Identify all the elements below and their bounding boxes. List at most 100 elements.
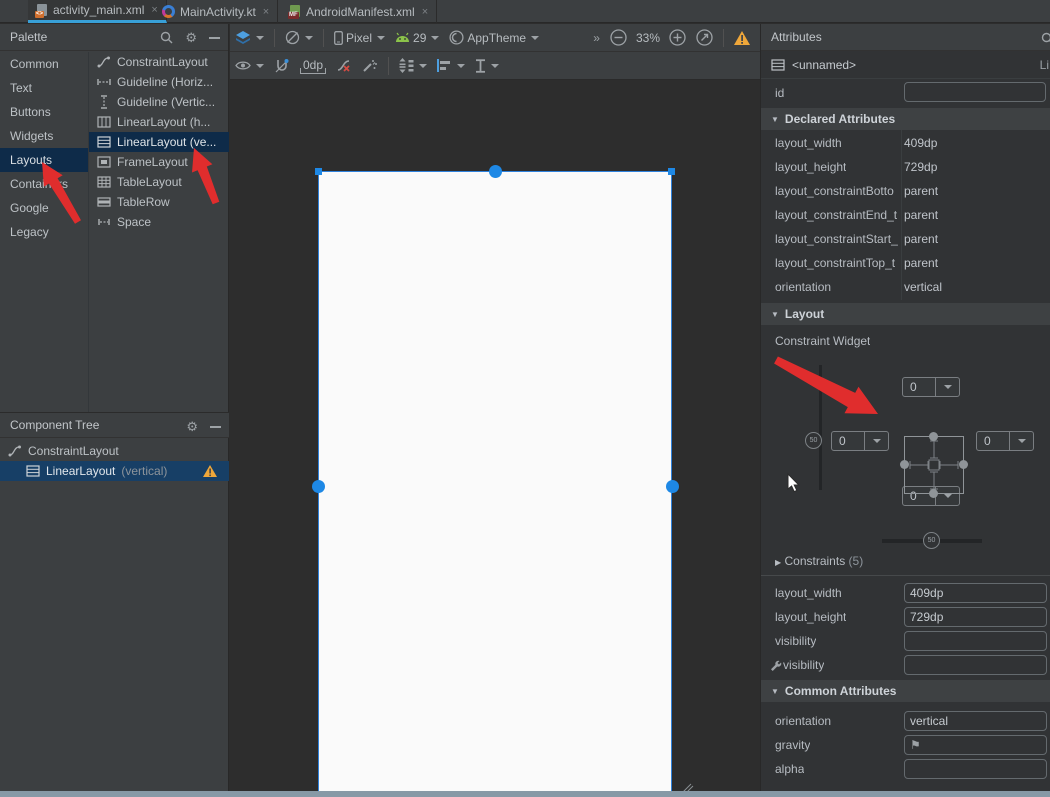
tab-label: activity_main.xml <box>53 3 144 17</box>
attr-row[interactable]: layout_constraintEnd_tparent <box>761 204 1050 228</box>
default-margin-selector[interactable]: 0dp <box>295 54 331 78</box>
attr-row[interactable]: layout_constraintTop_tparent <box>761 252 1050 276</box>
orientation-field[interactable]: vertical <box>904 711 1047 731</box>
hide-panel-icon[interactable] <box>209 37 220 39</box>
status-strip <box>0 791 1050 797</box>
tree-item-constraintlayout[interactable]: ConstraintLayout <box>0 441 229 461</box>
palette-item-label: TableRow <box>117 195 170 209</box>
palette-item-framelayout[interactable]: FrameLayout <box>89 152 229 172</box>
tools-visibility-field[interactable] <box>904 655 1047 675</box>
constraint-anchor-top[interactable] <box>489 165 502 178</box>
alpha-field[interactable] <box>904 759 1047 779</box>
zoom-in-button[interactable] <box>664 26 691 50</box>
palette-category-legacy[interactable]: Legacy <box>0 220 88 244</box>
chevron-down-icon <box>256 36 264 40</box>
device-screen[interactable] <box>318 171 672 797</box>
constraint-dot-top[interactable] <box>929 432 938 441</box>
attr-row[interactable]: layout_width409dp <box>761 132 1050 156</box>
palette-item-guideline-vertical[interactable]: Guideline (Vertic... <box>89 92 229 112</box>
flag-icon[interactable]: ⚑ <box>910 738 921 752</box>
section-layout[interactable]: ▼ Layout <box>761 303 1050 325</box>
tree-item-linearlayout-vertical[interactable]: LinearLayout(vertical) <box>0 461 229 481</box>
palette-category-layouts[interactable]: Layouts <box>0 148 88 172</box>
search-icon[interactable] <box>1041 32 1050 45</box>
margin-top-selector[interactable]: 0 <box>902 377 960 397</box>
view-mode-button[interactable] <box>230 26 269 50</box>
zoom-out-button[interactable] <box>605 26 632 50</box>
palette-item-linearlayout-vertical[interactable]: LinearLayout (ve... <box>89 132 229 152</box>
palette-item-label: Guideline (Horiz... <box>117 75 213 89</box>
close-tab-icon[interactable]: × <box>263 6 269 18</box>
palette-category-containers[interactable]: Containers <box>0 172 88 196</box>
section-constraints[interactable]: ▶ Constraints (5) <box>761 550 1050 574</box>
close-tab-icon[interactable]: × <box>422 6 428 18</box>
vertical-bias-value[interactable]: 50 <box>805 432 822 449</box>
gravity-field[interactable]: ⚑ <box>904 735 1047 755</box>
visibility-field[interactable] <box>904 631 1047 651</box>
palette-item-tablelayout[interactable]: TableLayout <box>89 172 229 192</box>
view-options-button[interactable] <box>230 54 269 78</box>
api-selector[interactable]: 29 <box>390 26 444 50</box>
tab-mainactivity-kt[interactable]: MainActivity.kt × <box>155 0 278 23</box>
palette-item-tablerow[interactable]: TableRow <box>89 192 229 212</box>
clear-constraints-icon <box>336 58 352 73</box>
constraint-anchor-left[interactable] <box>312 480 325 493</box>
palette-category-common[interactable]: Common <box>0 52 88 76</box>
theme-selector[interactable]: AppTheme <box>444 26 544 50</box>
constraint-widget: 50 0 0 0 0 <box>761 354 1050 579</box>
gear-icon[interactable]: ⚙ <box>185 31 197 44</box>
vertical-bias-slider[interactable] <box>819 365 822 490</box>
attr-row[interactable]: layout_height729dp <box>761 156 1050 180</box>
layout-height-field[interactable]: 729dp <box>904 607 1047 627</box>
search-icon[interactable] <box>160 31 173 44</box>
device-selector[interactable]: Pixel <box>329 26 390 50</box>
constraint-dot-bottom[interactable] <box>929 489 938 498</box>
margin-right-selector[interactable]: 0 <box>976 431 1034 451</box>
attr-row[interactable]: layout_constraintBottoparent <box>761 180 1050 204</box>
chevron-down-icon <box>419 64 427 68</box>
layout-warnings-button[interactable] <box>729 26 760 50</box>
palette-item-linearlayout-horizontal[interactable]: LinearLayout (h... <box>89 112 229 132</box>
section-declared-attributes[interactable]: ▼ Declared Attributes <box>761 108 1050 130</box>
design-editor: Pixel 29 AppTheme » 33% <box>230 24 760 791</box>
column-divider <box>901 130 902 300</box>
toolbar-overflow-button[interactable]: » <box>588 26 605 50</box>
component-name: <unnamed> <box>792 58 856 72</box>
constraint-dot-left[interactable] <box>900 460 909 469</box>
clear-constraints-button[interactable] <box>331 54 357 78</box>
infer-constraints-button[interactable] <box>357 54 383 78</box>
palette-item-guideline-horizontal[interactable]: Guideline (Horiz... <box>89 72 229 92</box>
id-field[interactable] <box>904 82 1046 102</box>
attr-row[interactable]: orientationvertical <box>761 276 1050 300</box>
palette-category-google[interactable]: Google <box>0 196 88 220</box>
section-title: Common Attributes <box>785 684 897 698</box>
palette-category-text[interactable]: Text <box>0 76 88 100</box>
constraint-anchor-right[interactable] <box>666 480 679 493</box>
margin-left-selector[interactable]: 0 <box>831 431 889 451</box>
constraint-dot-right[interactable] <box>959 460 968 469</box>
palette-title: Palette <box>10 30 47 44</box>
palette-category-widgets[interactable]: Widgets <box>0 124 88 148</box>
hide-panel-icon[interactable] <box>210 426 221 428</box>
horizontal-bias-value[interactable]: 50 <box>923 532 940 549</box>
gear-icon[interactable]: ⚙ <box>186 420 198 433</box>
guidelines-button[interactable] <box>470 54 504 78</box>
attr-row[interactable]: layout_constraintStart_parent <box>761 228 1050 252</box>
autoconnect-button[interactable] <box>269 54 295 78</box>
section-common-attributes[interactable]: ▼ Common Attributes <box>761 680 1050 702</box>
tab-activity-main-xml[interactable]: <> activity_main.xml × <box>28 0 167 23</box>
palette-category-buttons[interactable]: Buttons <box>0 100 88 124</box>
zoom-to-fit-button[interactable] <box>691 26 718 50</box>
tab-androidmanifest-xml[interactable]: MF AndroidManifest.xml × <box>281 0 437 23</box>
pack-button[interactable] <box>394 54 432 78</box>
align-button[interactable] <box>432 54 470 78</box>
layout-width-field[interactable]: 409dp <box>904 583 1047 603</box>
section-triangle-icon: ▶ <box>775 558 781 567</box>
design-surface[interactable] <box>230 80 760 791</box>
selection-handle-top-right[interactable] <box>668 168 675 175</box>
palette-item-constraintlayout[interactable]: ConstraintLayout <box>89 52 229 72</box>
wrench-icon <box>769 659 781 671</box>
orientation-button[interactable] <box>280 26 318 50</box>
selection-handle-top-left[interactable] <box>315 168 322 175</box>
palette-item-space[interactable]: Space <box>89 212 229 232</box>
